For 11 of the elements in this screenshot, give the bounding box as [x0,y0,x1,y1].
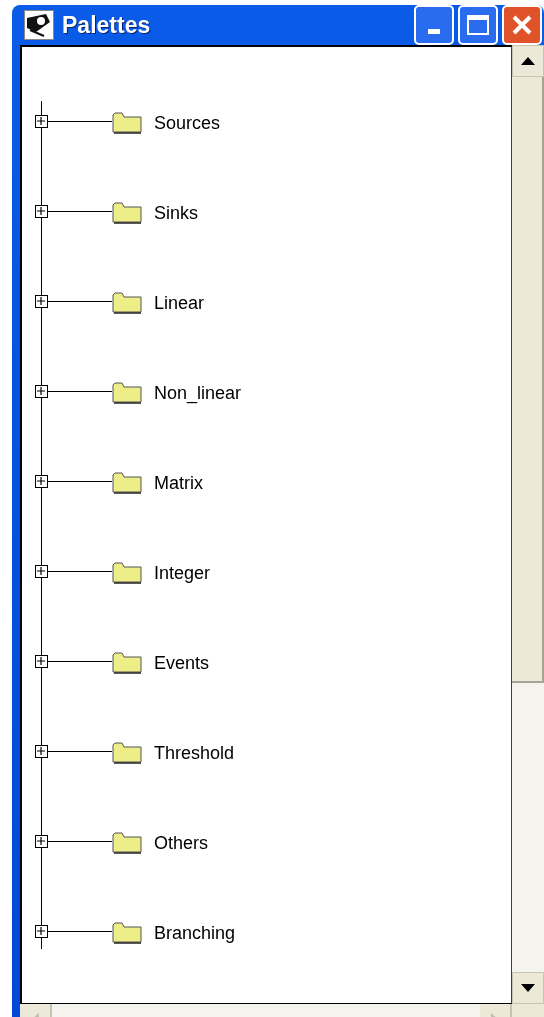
tree-item-label[interactable]: Non_linear [154,381,242,405]
tree-item-label[interactable]: Matrix [154,471,203,495]
tree-item-label[interactable]: Others [154,831,209,855]
tree-item-label[interactable]: Events [154,651,210,675]
tree-item-label[interactable]: Sinks [154,201,198,225]
tree-item-label[interactable]: Sources [154,111,221,135]
tree-item-label[interactable]: Linear [154,291,205,315]
tree-item-label[interactable]: Threshold [154,741,235,765]
tree-item-label[interactable]: Branching [154,921,236,945]
window-title: Palettes [62,10,151,40]
tree-item-label[interactable]: Integer [154,561,211,585]
